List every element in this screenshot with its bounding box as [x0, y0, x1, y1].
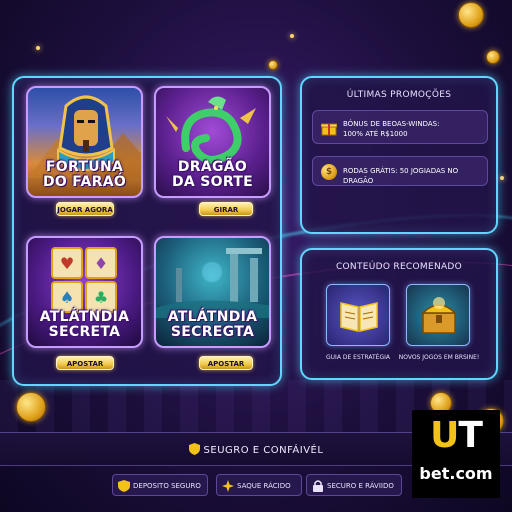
strategy-guide-tile[interactable]: [326, 284, 390, 346]
svg-text:♥: ♥: [60, 254, 74, 273]
new-games-tile[interactable]: [406, 284, 470, 346]
fast-withdrawal-badge: SAQUE RÁCIDO: [216, 474, 302, 496]
recommended-title: CONTEÚDO RECOMENADO: [335, 262, 463, 272]
coin-decoration: [458, 2, 484, 28]
secure-fast-badge: SECURO E RÁVIIDO: [306, 474, 402, 496]
new-games-label: NOVOS JOGOS EM BRSINE!: [398, 354, 480, 361]
svg-text:♠: ♠: [60, 288, 74, 307]
utbet-logo: UT bet.com: [412, 410, 500, 498]
game-title: ATLÁTNDIA SECRETA: [39, 309, 130, 340]
shield-icon: [188, 443, 200, 455]
promotions-panel: ÚLTIMAS PROMOÇÕES BÓNUS DE BEOAS-WINDAS:…: [300, 76, 498, 234]
promo-text: BÓNUS DE BEOAS-WINDAS: 100% ATÉ R$1000: [343, 120, 440, 138]
book-icon: [340, 302, 378, 332]
logo-domain: bet.com: [419, 464, 493, 483]
coin-decoration: [268, 60, 278, 70]
svg-text:♣: ♣: [94, 288, 108, 307]
game-title: FORTUNA DO FARAÓ: [42, 159, 127, 190]
promo-item-bonus[interactable]: BÓNUS DE BEOAS-WINDAS: 100% ATÉ R$1000: [312, 110, 488, 144]
spark-decoration: [290, 34, 294, 38]
game-card-dragao-da-sorte[interactable]: DRAGÃO DA SORTE: [154, 86, 271, 198]
game-title: ATLÁTNDIA SECREGTA: [167, 309, 258, 340]
spark-icon: [222, 480, 234, 492]
promo-item-free-spins[interactable]: $ RODAS GRÁTIS: 50 JOGIADAS NO DRAGÃO: [312, 156, 488, 186]
coin-decoration: [16, 392, 46, 422]
game-card-atlantida-secreta[interactable]: ♥ ♦ ♠ ♣ ATLÁTNDIA SECRETA: [26, 236, 143, 348]
coin-decoration: [486, 50, 500, 64]
play-now-button[interactable]: JOGAR AGORA: [56, 202, 114, 216]
treasure-chest-icon: [421, 297, 457, 334]
game-card-fortuna-do-farao[interactable]: FORTUNA DO FARAÓ: [26, 86, 143, 198]
lock-icon: [313, 480, 323, 492]
strategy-guide-label: GUIA DE ESTRATÉGIA: [326, 354, 390, 361]
svg-text:♦: ♦: [94, 254, 108, 273]
game-title: DRAGÃO DA SORTE: [172, 159, 253, 190]
logo-mark: UT: [430, 415, 483, 456]
spark-decoration: [36, 46, 40, 50]
gift-icon: [321, 123, 337, 136]
spin-button[interactable]: GIRAR: [199, 202, 253, 216]
spark-decoration: [500, 176, 504, 180]
shield-icon: [118, 480, 130, 492]
promotions-title: ÚLTIMAS PROMOÇÕES: [346, 90, 452, 100]
games-panel: FORTUNA DO FARAÓ DRAGÃO DA SORTE ♥ ♦ ♠ ♣ A…: [12, 76, 282, 386]
promo-text: RODAS GRÁTIS: 50 JOGIADAS NO DRAGÃO: [343, 167, 459, 185]
bet-button[interactable]: APOSTAR: [199, 356, 253, 370]
secure-deposit-badge: DEPOSITO SEGURO: [112, 474, 208, 496]
game-card-atlantida-secregta[interactable]: ATLÁTNDIA SECREGTA: [154, 236, 271, 348]
bet-button[interactable]: APOSTAR: [56, 356, 114, 370]
coin-icon: $: [321, 164, 337, 180]
recommended-content-panel: CONTEÚDO RECOMENADO GUIA DE ESTRATÉGIA N…: [300, 248, 498, 380]
